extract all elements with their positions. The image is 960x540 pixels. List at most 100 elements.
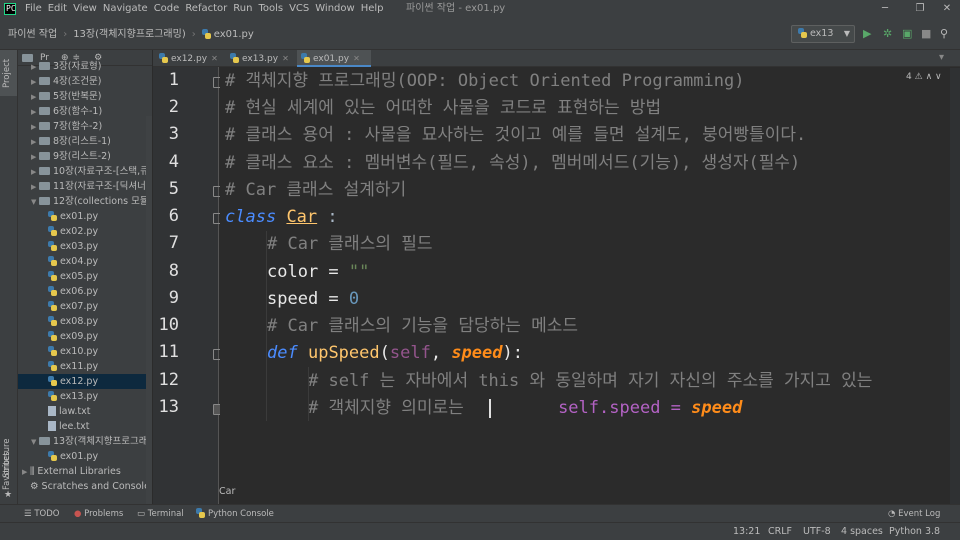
- tree-item[interactable]: ex04.py: [18, 254, 152, 269]
- chevron-right-icon[interactable]: ▶: [31, 135, 39, 150]
- breadcrumb-project[interactable]: 파이썬 작업: [8, 18, 57, 51]
- tree-item[interactable]: ex01.py: [18, 449, 152, 464]
- class-name: Car: [286, 207, 318, 227]
- menu-edit[interactable]: Edit: [45, 0, 70, 18]
- run-icon[interactable]: ▶: [863, 26, 871, 42]
- chevron-right-icon[interactable]: ▶: [31, 150, 39, 165]
- editor-breadcrumb[interactable]: Car: [219, 486, 235, 502]
- chevron-right-icon[interactable]: ▶: [31, 90, 39, 105]
- project-panel-scrollbar[interactable]: [146, 116, 152, 504]
- tree-item[interactable]: ex05.py: [18, 269, 152, 284]
- favorites-tool-label[interactable]: Favorites: [2, 452, 12, 490]
- menu-vcs[interactable]: VCS: [286, 0, 312, 18]
- tree-item[interactable]: ▶ 7장(함수-2): [18, 119, 152, 134]
- tree-item[interactable]: ▶ 11장(자료구조-[딕셔너리: [18, 179, 152, 194]
- code-editor[interactable]: # 객체지향 프로그래밍(OOP: Object Oriented Progra…: [220, 67, 960, 504]
- tab-list-icon[interactable]: ▾: [939, 52, 944, 63]
- tree-item[interactable]: ⚙ Scratches and Consoles: [18, 479, 152, 494]
- text-file-icon: [48, 421, 56, 431]
- menu-run[interactable]: Run: [230, 0, 255, 18]
- menu-tools[interactable]: Tools: [255, 0, 286, 18]
- line-number: 11: [158, 342, 179, 362]
- menu-file[interactable]: File: [22, 0, 45, 18]
- chevron-right-icon[interactable]: ▶: [31, 60, 39, 75]
- chevron-up-icon[interactable]: ∧: [926, 72, 933, 82]
- tree-item[interactable]: ex01.py: [18, 209, 152, 224]
- tree-item[interactable]: ▶ 3장(자료형): [18, 59, 152, 74]
- line-separator[interactable]: CRLF: [768, 523, 792, 540]
- tab-ex01[interactable]: ex01.py ✕: [297, 50, 371, 67]
- star-icon[interactable]: ★: [4, 490, 12, 500]
- menu-navigate[interactable]: Navigate: [100, 0, 151, 18]
- tree-item[interactable]: ▶ 5장(반복문): [18, 89, 152, 104]
- tree-item[interactable]: ex11.py: [18, 359, 152, 374]
- python-file-icon: [48, 271, 57, 281]
- tab-ex13[interactable]: ex13.py ✕: [226, 50, 296, 67]
- tree-item[interactable]: ex10.py: [18, 344, 152, 359]
- tree-item[interactable]: ex08.py: [18, 314, 152, 329]
- breadcrumb-folder[interactable]: 13장(객체지향프로그래밍): [73, 18, 186, 51]
- chevron-right-icon[interactable]: ▶: [31, 120, 39, 135]
- python-interpreter[interactable]: Python 3.8: [889, 523, 940, 540]
- project-tool-label[interactable]: Project: [2, 59, 12, 88]
- close-tab-icon[interactable]: ✕: [353, 54, 360, 63]
- menu-help[interactable]: Help: [358, 0, 387, 18]
- text-caret: [489, 399, 491, 418]
- tab-ex12[interactable]: ex12.py ✕: [155, 50, 225, 67]
- python-console-tool-button[interactable]: Python Console: [196, 505, 274, 523]
- file-encoding[interactable]: UTF-8: [803, 523, 831, 540]
- close-icon[interactable]: ✕: [932, 0, 960, 18]
- indent-setting[interactable]: 4 spaces: [841, 523, 883, 540]
- tree-item[interactable]: ex07.py: [18, 299, 152, 314]
- breadcrumb-file[interactable]: ex01.py: [201, 18, 254, 51]
- tree-item[interactable]: ▶ 10장(자료구조-[스택,큐,: [18, 164, 152, 179]
- tree-item[interactable]: ▶ 4장(조건문): [18, 74, 152, 89]
- coverage-icon[interactable]: ▣: [902, 26, 912, 42]
- chevron-down-icon[interactable]: ▼: [31, 435, 39, 450]
- problems-tool-button[interactable]: ● Problems: [74, 505, 123, 523]
- stop-icon[interactable]: ■: [921, 26, 931, 42]
- chevron-down-icon[interactable]: ▼: [31, 195, 39, 210]
- todo-tool-button[interactable]: ☰ TODO: [24, 505, 59, 523]
- tree-item[interactable]: ex13.py: [18, 389, 152, 404]
- run-configuration-select[interactable]: ex13 ▼: [791, 25, 855, 43]
- menu-refactor[interactable]: Refactor: [182, 0, 230, 18]
- tree-item[interactable]: ex06.py: [18, 284, 152, 299]
- tree-item[interactable]: ▼ 12장(collections 모듈): [18, 194, 152, 209]
- chevron-right-icon[interactable]: ▶: [22, 465, 30, 480]
- close-tab-icon[interactable]: ✕: [282, 54, 289, 63]
- tree-item[interactable]: ex09.py: [18, 329, 152, 344]
- debug-icon[interactable]: ✲: [883, 26, 892, 42]
- tree-item[interactable]: lee.txt: [18, 419, 152, 434]
- close-tab-icon[interactable]: ✕: [211, 54, 218, 63]
- tree-item[interactable]: law.txt: [18, 404, 152, 419]
- tree-item[interactable]: ▶ 6장(함수-1): [18, 104, 152, 119]
- minimize-icon[interactable]: ─: [870, 0, 900, 18]
- folder-icon: [39, 107, 50, 115]
- chevron-right-icon[interactable]: ▶: [31, 105, 39, 120]
- menu-window[interactable]: Window: [312, 0, 357, 18]
- tree-item[interactable]: ▼ 13장(객체지향프로그래밍: [18, 434, 152, 449]
- menu-view[interactable]: View: [70, 0, 100, 18]
- search-everywhere-icon[interactable]: ⚲: [940, 26, 948, 42]
- tree-item[interactable]: ex12.py: [18, 374, 152, 389]
- tree-item[interactable]: ex03.py: [18, 239, 152, 254]
- menu-code[interactable]: Code: [151, 0, 183, 18]
- chevron-right-icon[interactable]: ▶: [31, 75, 39, 90]
- inspection-widget[interactable]: 4 ⚠ ∧ ∨: [906, 72, 942, 82]
- pycharm-app-icon[interactable]: PC: [4, 3, 16, 15]
- tree-item[interactable]: ▶ 8장(리스트-1): [18, 134, 152, 149]
- tree-item[interactable]: ▶ 9장(리스트-2): [18, 149, 152, 164]
- caret-position[interactable]: 13:21: [733, 523, 760, 540]
- chevron-down-icon[interactable]: ∨: [935, 72, 942, 82]
- maximize-icon[interactable]: ❐: [905, 0, 935, 18]
- tree-item[interactable]: ▶ ⫼ External Libraries: [18, 464, 152, 479]
- chevron-right-icon[interactable]: ▶: [31, 180, 39, 195]
- editor-scrollbar[interactable]: [950, 68, 960, 504]
- event-log-tool-button[interactable]: ◔ Event Log: [888, 505, 940, 523]
- tree-item[interactable]: ex02.py: [18, 224, 152, 239]
- code-punct: ,: [430, 343, 452, 363]
- tree-item-label: ex11.py: [60, 361, 99, 372]
- terminal-tool-button[interactable]: ▭ Terminal: [137, 505, 184, 523]
- chevron-right-icon[interactable]: ▶: [31, 165, 39, 180]
